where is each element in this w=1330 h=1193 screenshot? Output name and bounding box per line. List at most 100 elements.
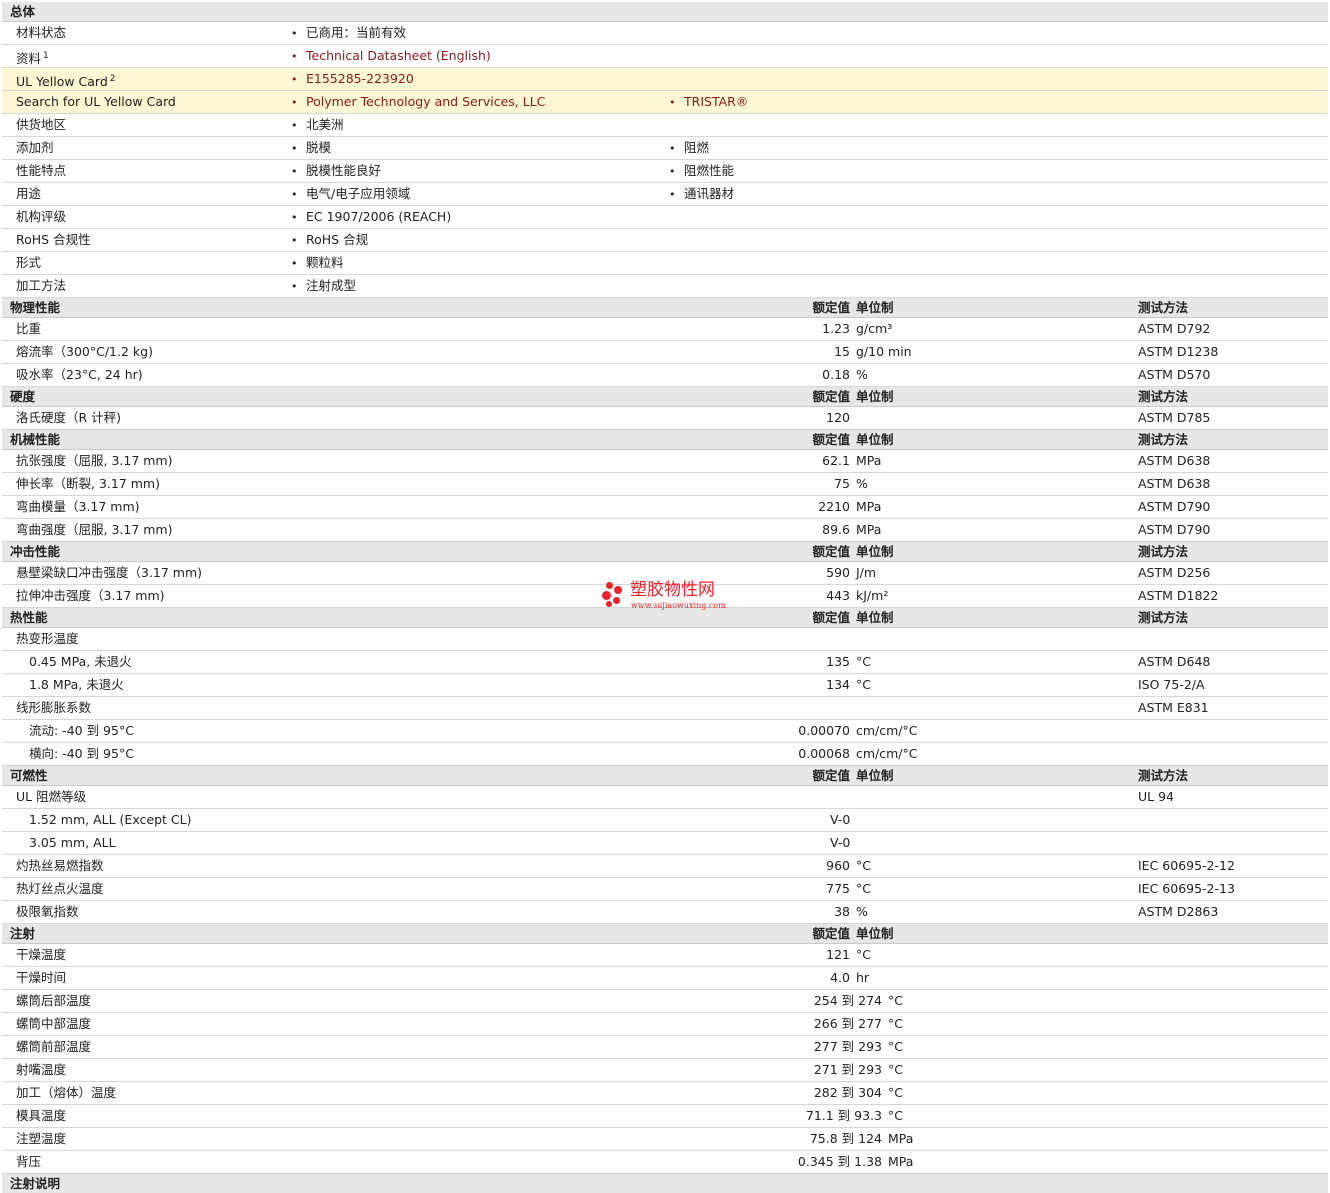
- property-unit: °C: [856, 947, 871, 962]
- property-value: V-0: [830, 812, 851, 827]
- property-label: 背压: [16, 1154, 42, 1169]
- property-value: 62.1: [822, 453, 850, 468]
- property-row: 流动: -40 到 95°C 0.00070 cm/cm/°C: [2, 720, 1328, 743]
- property-label: 螺筒后部温度: [16, 993, 92, 1008]
- section-header: 物理性能 额定值 单位制 测试方法: [2, 298, 1328, 318]
- property-value: 0.00070: [798, 723, 850, 738]
- test-method: IEC 60695-2-13: [1138, 881, 1235, 896]
- section-title: 注射说明: [10, 1176, 61, 1191]
- property-row: 抗张强度（屈服, 3.17 mm) 62.1 MPa ASTM D638: [2, 450, 1328, 473]
- property-unit: °C: [888, 1062, 903, 1077]
- property-unit: cm/cm/°C: [856, 746, 918, 761]
- unit-column-header: 单位制: [856, 926, 894, 941]
- property-value: 0.00068: [798, 746, 850, 761]
- general-link[interactable]: TRISTAR®: [669, 91, 748, 114]
- property-label: 流动: -40 到 95°C: [29, 723, 134, 738]
- property-unit: MPa: [888, 1131, 914, 1146]
- general-label-text: 加工方法: [16, 278, 67, 293]
- logo-dot-icon: [606, 601, 612, 607]
- section-title: 冲击性能: [10, 544, 61, 559]
- general-value: 脱模性能良好: [291, 160, 381, 183]
- section-title: 硬度: [10, 389, 36, 404]
- test-method: ASTM D792: [1138, 321, 1211, 336]
- property-label: 热变形温度: [16, 631, 79, 646]
- section-title: 总体: [10, 4, 36, 19]
- general-value: 北美洲: [291, 114, 344, 137]
- property-value: 75: [834, 476, 850, 491]
- property-label: 吸水率（23°C, 24 hr): [16, 367, 143, 382]
- section-header: 冲击性能 额定值 单位制 测试方法: [2, 542, 1328, 562]
- footnote-mark: 1: [43, 51, 49, 61]
- property-unit: °C: [888, 1108, 903, 1123]
- test-method: IEC 60695-2-12: [1138, 858, 1235, 873]
- section-header: 硬度 额定值 单位制 测试方法: [2, 387, 1328, 407]
- general-value: EC 1907/2006 (REACH): [291, 206, 451, 229]
- general-value: 颗粒料: [291, 252, 344, 275]
- property-value: 266 到 277: [813, 1016, 882, 1031]
- property-unit: °C: [856, 654, 871, 669]
- property-value: 121: [826, 947, 850, 962]
- property-label: 极限氧指数: [16, 904, 79, 919]
- property-row: 弯曲模量（3.17 mm) 2210 MPa ASTM D790: [2, 496, 1328, 519]
- test-method: ASTM E831: [1138, 700, 1209, 715]
- watermark-url: www.sujiaowuxing.com: [631, 601, 726, 610]
- property-label: 干燥时间: [16, 970, 67, 985]
- property-label: 0.45 MPa, 未退火: [29, 654, 132, 669]
- property-label: 射嘴温度: [16, 1062, 67, 1077]
- logo-dot-icon: [602, 591, 611, 600]
- test-method: ASTM D790: [1138, 499, 1211, 514]
- general-link[interactable]: E155285-223920: [291, 68, 414, 91]
- property-label: 横向: -40 到 95°C: [29, 746, 134, 761]
- general-row: UL Yellow Card2 E155285-223920: [2, 68, 1328, 91]
- property-label: 模具温度: [16, 1108, 67, 1123]
- property-unit: J/m: [856, 565, 877, 580]
- property-value: 1.23: [822, 321, 850, 336]
- general-label: 形式: [16, 252, 41, 274]
- unit-column-header: 单位制: [856, 544, 894, 559]
- section-title: 机械性能: [10, 432, 61, 447]
- property-value: 0.18: [822, 367, 850, 382]
- test-method: ASTM D1822: [1138, 588, 1219, 603]
- property-label: 3.05 mm, ALL: [29, 835, 116, 850]
- section-header: 注射说明: [2, 1174, 1328, 1193]
- general-value: RoHS 合规: [291, 229, 368, 252]
- value-column-header: 额定值: [812, 300, 850, 315]
- general-link[interactable]: Polymer Technology and Services, LLC: [291, 91, 545, 114]
- property-value: 2210: [818, 499, 850, 514]
- value-column-header: 额定值: [812, 389, 850, 404]
- property-unit: °C: [856, 677, 871, 692]
- property-unit: MPa: [888, 1154, 914, 1169]
- general-row: RoHS 合规性 RoHS 合规: [2, 229, 1328, 252]
- unit-column-header: 单位制: [856, 610, 894, 625]
- general-link[interactable]: Technical Datasheet (English): [291, 45, 491, 68]
- property-label: 弯曲模量（3.17 mm): [16, 499, 140, 514]
- test-method: ASTM D785: [1138, 410, 1211, 425]
- property-unit: g/cm³: [856, 321, 893, 336]
- general-value: 阻燃性能: [669, 160, 734, 183]
- general-row: 资料1 Technical Datasheet (English): [2, 45, 1328, 68]
- general-row: 加工方法 注射成型: [2, 275, 1328, 298]
- property-row: 横向: -40 到 95°C 0.00068 cm/cm/°C: [2, 743, 1328, 766]
- property-value: 590: [826, 565, 850, 580]
- property-label: 线形膨胀系数: [16, 700, 92, 715]
- value-column-header: 额定值: [812, 926, 850, 941]
- general-label-text: 用途: [16, 186, 42, 201]
- section-header: 可燃性 额定值 单位制 测试方法: [2, 766, 1328, 786]
- general-label: 材料状态: [16, 22, 66, 44]
- property-label: 比重: [16, 321, 42, 336]
- general-value: 注射成型: [291, 275, 356, 298]
- property-row: 热灯丝点火温度 775 °C IEC 60695-2-13: [2, 878, 1328, 901]
- general-row: 机构评级 EC 1907/2006 (REACH): [2, 206, 1328, 229]
- property-row: 射嘴温度 271 到 293 °C: [2, 1059, 1328, 1082]
- property-value: V-0: [830, 835, 851, 850]
- property-unit: °C: [888, 1039, 903, 1054]
- unit-column-header: 单位制: [856, 432, 894, 447]
- property-label: 1.8 MPa, 未退火: [29, 677, 124, 692]
- property-unit: kJ/m²: [856, 588, 889, 603]
- general-label: 用途: [16, 183, 41, 205]
- general-row: 添加剂 脱模 阻燃: [2, 137, 1328, 160]
- property-value: 960: [826, 858, 850, 873]
- section-title: 可燃性: [10, 768, 48, 783]
- value-column-header: 额定值: [812, 768, 850, 783]
- property-label: 伸长率（断裂, 3.17 mm): [16, 476, 160, 491]
